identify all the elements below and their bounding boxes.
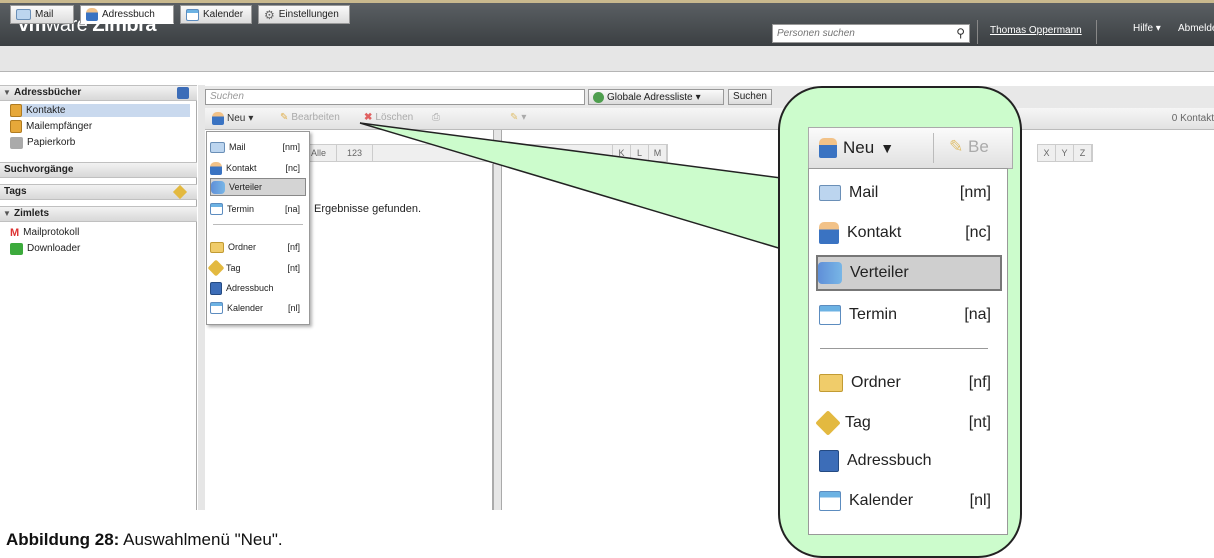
menu-item-shortcut: [nm] <box>959 184 991 201</box>
menu-item-label: Termin <box>849 306 898 323</box>
menu-item-label: Verteiler <box>850 264 909 281</box>
menu-item-shortcut: [nl] <box>969 492 991 509</box>
zoom-menu-item-kontakt[interactable]: Kontakt [nc] <box>819 215 999 251</box>
menu-item-shortcut: [nc] <box>965 224 991 241</box>
zoom-menu-item-mail[interactable]: Mail [nm] <box>819 175 999 211</box>
zoom-new-label: Neu <box>843 138 875 157</box>
zoom-menu-item-termin[interactable]: Termin [na] <box>819 297 999 333</box>
zoom-menu-item-ordner[interactable]: Ordner [nf] <box>819 365 999 401</box>
pencil-icon: ✎ <box>949 137 964 156</box>
menu-item-label: Tag <box>845 414 871 431</box>
menu-item-shortcut: [nt] <box>968 414 991 431</box>
chevron-down-icon: ▼ <box>880 140 895 156</box>
tag-icon <box>815 410 841 436</box>
person-icon <box>819 222 839 244</box>
zoom-toolbar: Neu ▼ ✎ Be <box>808 127 1013 169</box>
zoom-menu-item-kalender[interactable]: Kalender [nl] <box>819 483 999 519</box>
addressbook-icon <box>819 450 839 472</box>
zoom-edit-button[interactable]: ✎ Be <box>949 137 989 157</box>
zoom-new-button[interactable]: Neu ▼ <box>819 138 894 158</box>
calendar-icon <box>819 491 841 511</box>
zoom-menu-item-adressbuch[interactable]: Adressbuch <box>819 443 999 479</box>
menu-item-label: Kalender <box>849 492 914 509</box>
menu-item-label: Mail <box>849 184 879 201</box>
menu-item-shortcut: [na] <box>964 306 991 323</box>
zoom-menu-divider <box>820 348 988 349</box>
menu-item-shortcut: [nf] <box>968 374 991 391</box>
caption-text: Auswahlmenü "Neu". <box>119 530 283 549</box>
calendar-icon <box>819 305 841 325</box>
person-icon <box>819 138 837 158</box>
group-icon <box>818 262 842 284</box>
folder-icon <box>819 374 843 392</box>
figure-caption: Abbildung 28: Auswahlmenü "Neu". <box>6 530 283 550</box>
menu-item-label: Adressbuch <box>847 452 932 469</box>
zoom-edit-label: Be <box>967 137 989 156</box>
caption-label: Abbildung 28: <box>6 530 120 549</box>
callout-wedge <box>359 122 813 260</box>
divider <box>933 133 934 163</box>
zoom-menu-item-tag[interactable]: Tag [nt] <box>815 405 999 441</box>
mail-icon <box>819 185 841 201</box>
zoom-menu-item-verteiler[interactable]: Verteiler <box>816 255 1002 291</box>
zoom-dropdown-menu: Mail [nm] Kontakt [nc] Verteiler Termin [na… <box>808 168 1008 535</box>
menu-item-label: Ordner <box>851 374 901 391</box>
callout-pointer <box>359 122 813 260</box>
menu-item-label: Kontakt <box>847 224 902 241</box>
